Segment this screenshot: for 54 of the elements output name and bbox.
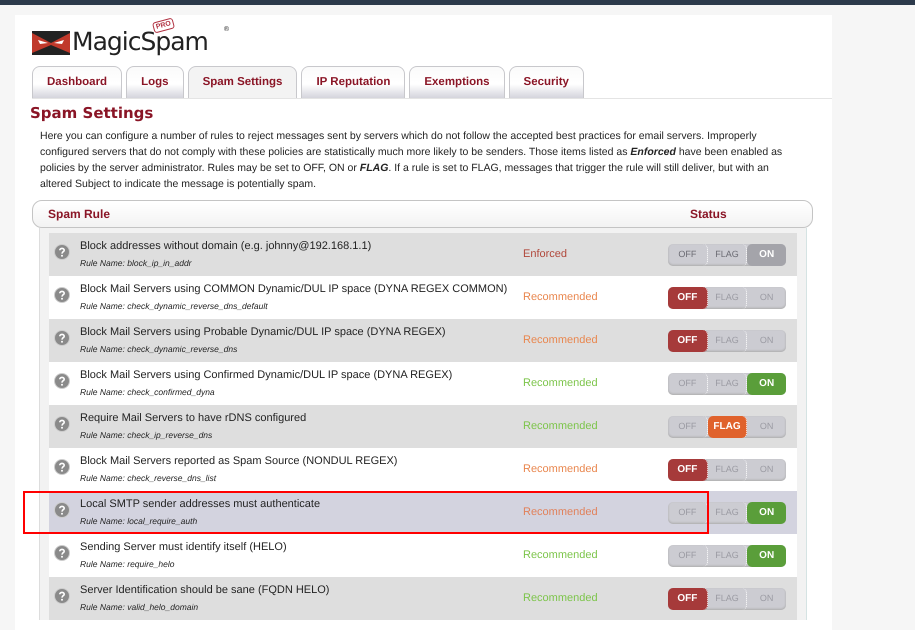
help-icon[interactable] <box>54 459 70 475</box>
toggle-option[interactable]: ON <box>747 502 786 524</box>
help-icon[interactable] <box>54 416 70 432</box>
rule-title: Server Identification should be sane (FQDN HELO) <box>80 583 330 598</box>
status-text: Recommended <box>523 462 598 478</box>
rule-name: Rule Name: local_require_auth <box>80 515 198 528</box>
nav-tab[interactable]: IP Reputation <box>301 66 406 98</box>
rule-name: Rule Name: block_ip_in_addr <box>80 257 193 270</box>
rule-name: Rule Name: check_confirmed_dyna <box>80 386 216 399</box>
rule-name: Rule Name: check_dynamic_reverse_dns_default <box>80 300 269 313</box>
help-icon[interactable] <box>54 287 70 303</box>
status-text: Recommended <box>523 505 598 520</box>
rule-title: Block Mail Servers using COMMON Dynamic/DUL IP space (DYNA REGEX COMMON) <box>80 282 508 296</box>
nav-tab[interactable]: Spam Settings <box>188 66 298 98</box>
ninja-logo-icon <box>32 31 70 55</box>
status-text: Recommended <box>523 376 598 392</box>
rule-title: Block Mail Servers using Probable Dynamic/DUL IP space (DYNA REGEX) <box>80 325 447 340</box>
status-text: Recommended <box>523 591 598 606</box>
rule-title: Block Mail Servers using Confirmed Dynamic/DUL IP space (DYNA REGEX) <box>80 368 454 382</box>
rule-name: Rule Name: require_helo <box>80 558 176 571</box>
toggle-option[interactable]: OFF <box>668 286 708 308</box>
toggle-option[interactable]: OFF <box>668 458 708 480</box>
toggle-option[interactable]: OFF <box>668 588 708 610</box>
toggle-option[interactable]: FLAG <box>708 416 748 438</box>
nav-tab[interactable]: Logs <box>126 66 184 98</box>
help-icon[interactable] <box>54 588 70 604</box>
status-text: Recommended <box>523 419 598 434</box>
status-text: Recommended <box>523 290 598 306</box>
intro-paragraph: Here you can configure a number of rules to reject messages sent by servers which do not follow the accepted best practices for email servers. Improperly configured servers that do not comply with these policies are statistically much more likely to be senders. Those items listed as Enforced have been enabled as policies by the server administrator. Rules may be set to OFF, ON or FLAG. If a rule is set to FLAG, messages that trigger the rule will still deliver, but with an altered Subject to indicate the message is potentially spam. <box>40 129 784 192</box>
help-icon[interactable] <box>54 330 70 346</box>
rule-name: Rule Name: valid_helo_domain <box>80 601 200 614</box>
rule-name: Rule Name: check_ip_reverse_dns <box>80 429 214 442</box>
rule-name: Rule Name: check_dynamic_reverse_dns <box>80 343 238 356</box>
rule-name: Rule Name: check_reverse_dns_list <box>80 472 218 485</box>
nav-tab[interactable]: Dashboard <box>32 66 122 98</box>
page-heading: Spam Settings <box>30 104 154 122</box>
nav-tab[interactable]: Exemptions <box>409 66 505 98</box>
rule-title: Sending Server must identify itself (HELO) <box>80 540 288 554</box>
help-icon[interactable] <box>54 373 70 389</box>
status-text: Recommended <box>523 333 598 348</box>
toggle-option[interactable]: ON <box>747 372 786 394</box>
status-text: Enforced <box>523 247 568 262</box>
toggle-option[interactable]: ON <box>747 544 786 566</box>
status-text: Recommended <box>523 548 598 564</box>
rule-title: Require Mail Servers to have rDNS configured <box>80 411 308 426</box>
rule-title: Local SMTP sender addresses must authenticate <box>80 497 322 512</box>
column-header: Spam Rule <box>48 206 112 223</box>
toggle-option[interactable]: OFF <box>668 330 708 352</box>
column-header: Status <box>690 206 727 223</box>
help-icon[interactable] <box>54 502 70 518</box>
help-icon[interactable] <box>54 545 70 561</box>
rule-title: Block addresses without domain (e.g. johnny@192.168.1.1) <box>80 239 372 254</box>
nav-tab[interactable]: Security <box>508 66 584 98</box>
rule-title: Block Mail Servers reported as Spam Source (NONDUL REGEX) <box>80 454 398 468</box>
